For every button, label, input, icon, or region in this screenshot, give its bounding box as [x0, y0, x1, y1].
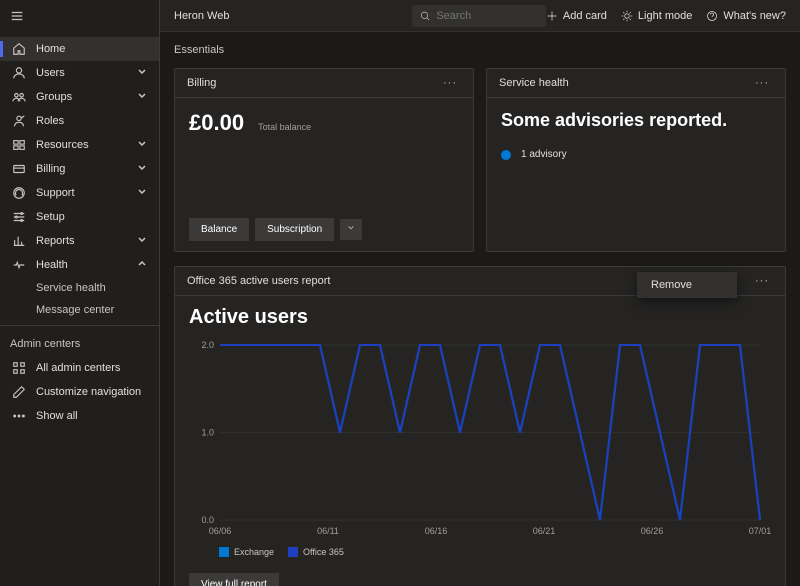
roles-icon — [12, 114, 26, 128]
advisory-count: 1 advisory — [521, 149, 567, 160]
legend-exchange[interactable]: Exchange — [219, 547, 274, 557]
service-health-card: Service health ··· Some advisories repor… — [486, 68, 786, 252]
view-full-report-button[interactable]: View full report — [189, 573, 279, 586]
admin-centers-label: Admin centers — [0, 330, 159, 356]
chevron-down-icon — [137, 91, 149, 103]
advisory-dot-icon — [501, 150, 511, 160]
svg-text:06/16: 06/16 — [425, 526, 448, 536]
report-card-more-icon[interactable]: ··· — [751, 275, 773, 287]
nav-item-customize-navigation[interactable]: Customize navigation — [0, 380, 159, 404]
plus-icon — [546, 10, 558, 22]
user-icon — [12, 66, 26, 80]
service-health-title: Service health — [499, 77, 569, 89]
grid-icon — [12, 361, 26, 375]
setup-icon — [12, 210, 26, 224]
nav-item-home[interactable]: Home — [0, 37, 159, 61]
svg-text:2.0: 2.0 — [201, 340, 214, 350]
edit-icon — [12, 385, 26, 399]
svg-text:06/11: 06/11 — [317, 526, 339, 536]
health-icon — [12, 258, 26, 272]
billing-card-title: Billing — [187, 77, 216, 89]
legend-swatch-icon — [219, 547, 229, 557]
svg-text:1.0: 1.0 — [201, 428, 214, 438]
svg-text:06/21: 06/21 — [533, 526, 556, 536]
nav-item-setup[interactable]: Setup — [0, 205, 159, 229]
dots-icon — [12, 409, 26, 423]
essentials-label: Essentials — [174, 44, 786, 56]
service-health-headline: Some advisories reported. — [501, 110, 771, 131]
chevron-down-icon — [137, 235, 149, 247]
billing-amount: £0.00 — [189, 110, 244, 136]
nav-item-reports[interactable]: Reports — [0, 229, 159, 253]
support-icon — [12, 186, 26, 200]
whats-new-button[interactable]: What's new? — [706, 10, 786, 22]
nav-item-users[interactable]: Users — [0, 61, 159, 85]
service-health-more-icon[interactable]: ··· — [751, 77, 773, 89]
active-users-card: Office 365 active users report ··· Activ… — [174, 266, 786, 586]
app-title: Heron Web — [160, 10, 412, 22]
subscription-chevron-button[interactable] — [340, 219, 362, 240]
balance-button[interactable]: Balance — [189, 218, 249, 241]
chevron-down-icon — [137, 67, 149, 79]
nav-sub-service-health[interactable]: Service health — [0, 277, 159, 299]
nav-item-billing[interactable]: Billing — [0, 157, 159, 181]
add-card-button[interactable]: Add card — [546, 10, 607, 22]
line-chart: 0.0 1.0 2.0 06/06 06/11 06/16 06/21 06/26 07/01 — [189, 335, 771, 545]
nav-sub-message-center[interactable]: Message center — [0, 299, 159, 321]
nav-item-health[interactable]: Health — [0, 253, 159, 277]
nav-item-show-all[interactable]: Show all — [0, 404, 159, 428]
chevron-down-icon — [137, 163, 149, 175]
remove-popup[interactable]: Remove — [637, 272, 737, 298]
report-card-title: Office 365 active users report — [187, 275, 330, 287]
chart-title: Active users — [175, 296, 785, 335]
legend-swatch-icon — [288, 547, 298, 557]
advisory-row[interactable]: 1 advisory — [501, 149, 771, 160]
search-input[interactable] — [436, 10, 538, 22]
search-icon — [420, 10, 430, 22]
chevron-down-icon — [137, 187, 149, 199]
nav-item-support[interactable]: Support — [0, 181, 159, 205]
divider — [0, 325, 159, 326]
group-icon — [12, 90, 26, 104]
resources-icon — [12, 138, 26, 152]
home-icon — [12, 42, 26, 56]
legend-office365[interactable]: Office 365 — [288, 547, 344, 557]
chevron-down-icon — [137, 139, 149, 151]
svg-text:06/06: 06/06 — [209, 526, 232, 536]
subscription-button[interactable]: Subscription — [255, 218, 334, 241]
light-mode-button[interactable]: Light mode — [621, 10, 692, 22]
chevron-up-icon — [137, 259, 149, 271]
reports-icon — [12, 234, 26, 248]
billing-card-more-icon[interactable]: ··· — [439, 77, 461, 89]
billing-card: Billing ··· £0.00 Total balance Balance … — [174, 68, 474, 252]
question-icon — [706, 10, 718, 22]
billing-icon — [12, 162, 26, 176]
nav-item-all-admin-centers[interactable]: All admin centers — [0, 356, 159, 380]
svg-text:07/01: 07/01 — [749, 526, 771, 536]
chevron-down-icon — [347, 224, 355, 232]
svg-text:06/26: 06/26 — [641, 526, 664, 536]
nav-item-groups[interactable]: Groups — [0, 85, 159, 109]
nav-item-roles[interactable]: Roles — [0, 109, 159, 133]
svg-text:0.0: 0.0 — [201, 515, 214, 525]
billing-desc: Total balance — [258, 122, 311, 132]
hamburger-menu[interactable] — [0, 0, 159, 37]
search-box[interactable] — [412, 5, 546, 27]
nav-item-resources[interactable]: Resources — [0, 133, 159, 157]
sun-icon — [621, 10, 633, 22]
